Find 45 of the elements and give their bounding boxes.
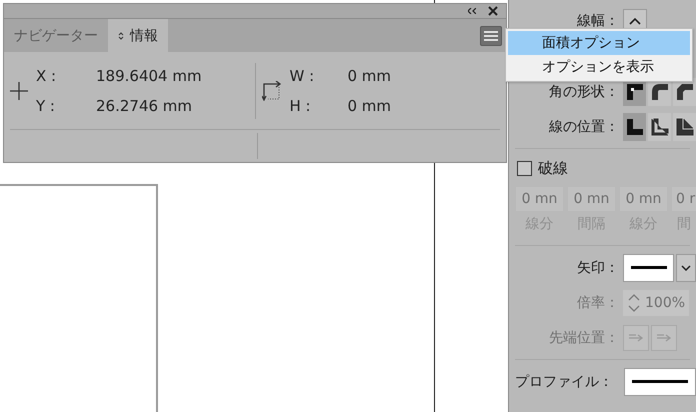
- w-label: W :: [290, 66, 316, 84]
- stroke-align-button[interactable]: [673, 112, 696, 140]
- menu-icon: [484, 30, 498, 40]
- x-value: 189.6404 mm: [96, 66, 202, 84]
- stroke-align-icon: [650, 118, 668, 136]
- w-value: 0 mm: [348, 66, 392, 84]
- menu-item[interactable]: 面積オプション: [508, 31, 690, 55]
- align-label: 線の位置：: [548, 118, 620, 136]
- panel-tab[interactable]: 情報: [108, 19, 168, 52]
- chevron-down-icon: [681, 264, 692, 270]
- y-value: 26.2746 mm: [96, 96, 194, 114]
- arrow-right-icon: [628, 332, 644, 344]
- stroke-align-button[interactable]: [648, 112, 671, 140]
- h-value: 0 mm: [348, 96, 392, 114]
- arrow-right-icon: [656, 332, 672, 344]
- profile-selector[interactable]: [624, 368, 696, 396]
- stroke-align-button[interactable]: [623, 112, 646, 140]
- chevron-up-icon: [629, 17, 641, 25]
- stepper-arrows-icon: [627, 292, 641, 314]
- arrowhead-selector[interactable]: [623, 254, 674, 282]
- dropdown-button[interactable]: [676, 254, 696, 282]
- stroke-weight-label: 線幅：: [576, 12, 620, 30]
- scale-label: 倍率：: [576, 294, 620, 312]
- corner-icon: [650, 82, 668, 100]
- stroke-align-icon: [676, 118, 694, 136]
- corner-label: 角の形状：: [548, 82, 620, 100]
- panel-tab[interactable]: ナビゲーター: [4, 19, 108, 52]
- stroke-align-icon: [626, 118, 644, 136]
- corner-icon: [626, 82, 644, 100]
- menu-item[interactable]: オプションを表示: [508, 55, 690, 79]
- profile-label: プロファイル：: [514, 372, 614, 390]
- size-icon: [262, 80, 282, 100]
- tip-position-label: 先端位置：: [548, 328, 620, 346]
- collapse-icon[interactable]: [468, 8, 476, 14]
- crosshair-icon: [10, 82, 28, 100]
- close-icon[interactable]: [488, 6, 498, 16]
- dashed-label: 破線: [538, 158, 568, 178]
- checkbox[interactable]: [517, 160, 532, 176]
- h-label: H :: [290, 96, 312, 114]
- up-down-icon: [118, 30, 124, 40]
- x-label: X :: [36, 66, 58, 84]
- panel-menu-button[interactable]: [480, 26, 502, 46]
- arrow-label: 矢印：: [576, 258, 620, 276]
- corner-icon: [676, 82, 694, 100]
- y-label: Y :: [36, 96, 56, 114]
